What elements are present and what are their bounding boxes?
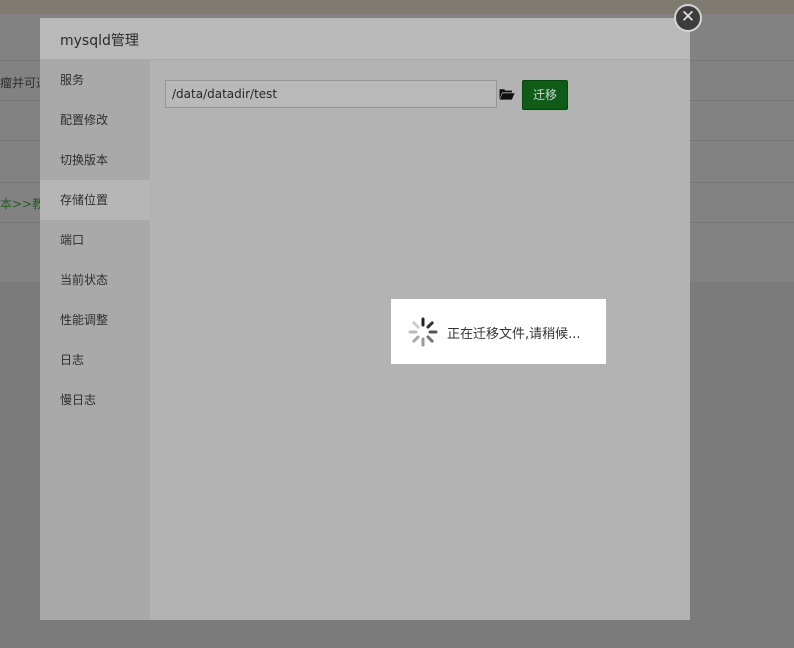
close-icon: ✕ [680,7,696,27]
sidebar-item-current-status[interactable]: 当前状态 [40,260,150,300]
background-row-link: 本>>教 [0,197,45,211]
migrate-button[interactable]: 迁移 [522,80,568,110]
sidebar-item-slow-log[interactable]: 慢日志 [40,380,150,420]
sidebar-item-service[interactable]: 服务 [40,60,150,100]
sidebar-item-log[interactable]: 日志 [40,340,150,380]
sidebar-item-switch-version[interactable]: 切换版本 [40,140,150,180]
sidebar-menu: 服务 配置修改 切换版本 存储位置 端口 当前状态 性能调整 日志 慢日志 [40,60,150,620]
loading-toast: 正在迁移文件,请稍候... [391,299,606,364]
dialog-title: mysqld管理 [60,33,139,49]
loading-text: 正在迁移文件,请稍候... [447,327,581,342]
dialog-header: mysqld管理 [40,18,690,60]
sidebar-item-port[interactable]: 端口 [40,220,150,260]
sidebar-item-storage-location[interactable]: 存储位置 [40,180,150,220]
close-button[interactable]: ✕ [674,4,702,32]
folder-open-icon[interactable] [499,88,515,100]
sidebar-item-performance[interactable]: 性能调整 [40,300,150,340]
loading-spinner-icon [408,317,438,347]
sidebar-item-config[interactable]: 配置修改 [40,100,150,140]
storage-path-input[interactable] [165,80,497,108]
